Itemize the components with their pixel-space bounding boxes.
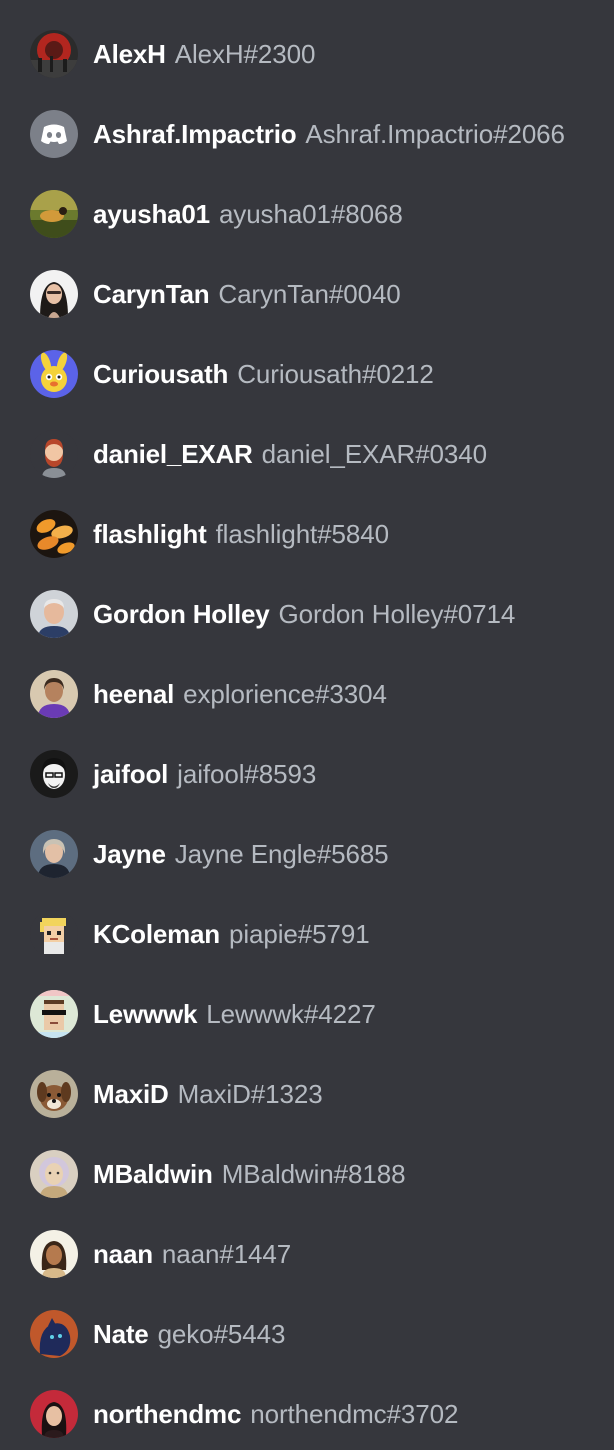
member-row-heenal[interactable]: heenal explorience#3304 <box>0 654 614 734</box>
member-display-name: Lewwwk <box>93 998 198 1029</box>
member-display-name: jaifool <box>93 758 169 789</box>
woman-red-background-icon[interactable] <box>30 1390 78 1438</box>
cartoon-bunny-icon[interactable] <box>30 350 78 398</box>
member-row-alexh[interactable]: AlexH AlexH#2300 <box>0 14 614 94</box>
member-row-mbaldwin[interactable]: MBaldwin MBaldwin#8188 <box>0 1134 614 1214</box>
member-username: naan#1447 <box>161 1238 292 1269</box>
dog-photo-icon[interactable] <box>30 1070 78 1118</box>
member-username: flashlight#5840 <box>215 518 390 549</box>
outdoor-photo-icon[interactable] <box>30 190 78 238</box>
member-username: northendmc#3702 <box>250 1398 459 1429</box>
bearded-man-cartoon-icon[interactable] <box>30 430 78 478</box>
member-display-name: flashlight <box>93 518 207 549</box>
member-row-nate[interactable]: Nate geko#5443 <box>0 1294 614 1374</box>
member-display-name: AlexH <box>93 38 166 69</box>
member-display-name: Nate <box>93 1318 149 1349</box>
member-row-ashraf-impactrio[interactable]: Ashraf.Impactrio Ashraf.Impactrio#2066 <box>0 94 614 174</box>
member-row-naan[interactable]: naan naan#1447 <box>0 1214 614 1294</box>
member-row-jaifool[interactable]: jaifool jaifool#8593 <box>0 734 614 814</box>
member-username: MBaldwin#8188 <box>221 1158 406 1189</box>
member-row-daniel-exar[interactable]: daniel_EXAR daniel_EXAR#0340 <box>0 414 614 494</box>
member-display-name: heenal <box>93 678 175 709</box>
member-row-curiousath[interactable]: Curiousath Curiousath#0212 <box>0 334 614 414</box>
member-display-name: northendmc <box>93 1398 242 1429</box>
member-list: AlexH AlexH#2300 Ashraf.Impactrio Ashraf… <box>0 0 614 1450</box>
sketch-portrait-icon[interactable] <box>30 750 78 798</box>
member-display-name: KColeman <box>93 918 220 949</box>
illustrated-face-icon[interactable] <box>30 1150 78 1198</box>
orange-pattern-icon[interactable] <box>30 510 78 558</box>
member-row-flashlight[interactable]: flashlight flashlight#5840 <box>0 494 614 574</box>
red-circle-photo-icon[interactable] <box>30 30 78 78</box>
man-purple-shirt-icon[interactable] <box>30 670 78 718</box>
member-display-name: Jayne <box>93 838 166 869</box>
member-username: explorience#3304 <box>183 678 387 709</box>
woman-portrait-icon[interactable] <box>30 270 78 318</box>
member-display-name: MaxiD <box>93 1078 169 1109</box>
member-row-northendmc[interactable]: northendmc northendmc#3702 <box>0 1374 614 1450</box>
member-username: ayusha01#8068 <box>218 198 403 229</box>
man-portrait-icon[interactable] <box>30 590 78 638</box>
panther-art-icon[interactable] <box>30 1310 78 1358</box>
member-username: Jayne Engle#5685 <box>174 838 389 869</box>
member-row-jayne[interactable]: Jayne Jayne Engle#5685 <box>0 814 614 894</box>
member-username: Lewwwk#4227 <box>206 998 376 1029</box>
member-display-name: Curiousath <box>93 358 229 389</box>
member-row-ayusha01[interactable]: ayusha01 ayusha01#8068 <box>0 174 614 254</box>
woman-portrait-icon[interactable] <box>30 1230 78 1278</box>
discord-default-avatar-icon[interactable] <box>30 110 78 158</box>
member-row-maxid[interactable]: MaxiD MaxiD#1323 <box>0 1054 614 1134</box>
member-username: Gordon Holley#0714 <box>278 598 516 629</box>
member-display-name: Ashraf.Impactrio <box>93 118 297 149</box>
member-row-kcoleman[interactable]: KColeman piapie#5791 <box>0 894 614 974</box>
member-username: Ashraf.Impactrio#2066 <box>305 118 565 149</box>
member-display-name: CarynTan <box>93 278 210 309</box>
member-username: Curiousath#0212 <box>237 358 434 389</box>
member-display-name: Gordon Holley <box>93 598 270 629</box>
pixel-punk-icon[interactable] <box>30 990 78 1038</box>
member-username: daniel_EXAR#0340 <box>261 438 487 469</box>
member-username: MaxiD#1323 <box>177 1078 323 1109</box>
member-username: piapie#5791 <box>228 918 370 949</box>
member-row-caryntan[interactable]: CarynTan CarynTan#0040 <box>0 254 614 334</box>
woman-photo-icon[interactable] <box>30 830 78 878</box>
member-username: jaifool#8593 <box>177 758 317 789</box>
member-row-gordon-holley[interactable]: Gordon Holley Gordon Holley#0714 <box>0 574 614 654</box>
member-display-name: naan <box>93 1238 153 1269</box>
pixel-character-icon[interactable] <box>30 910 78 958</box>
member-display-name: ayusha01 <box>93 198 210 229</box>
member-username: geko#5443 <box>157 1318 286 1349</box>
member-display-name: MBaldwin <box>93 1158 213 1189</box>
member-row-lewwwk[interactable]: Lewwwk Lewwwk#4227 <box>0 974 614 1054</box>
member-username: CarynTan#0040 <box>218 278 401 309</box>
member-username: AlexH#2300 <box>174 38 316 69</box>
member-display-name: daniel_EXAR <box>93 438 253 469</box>
